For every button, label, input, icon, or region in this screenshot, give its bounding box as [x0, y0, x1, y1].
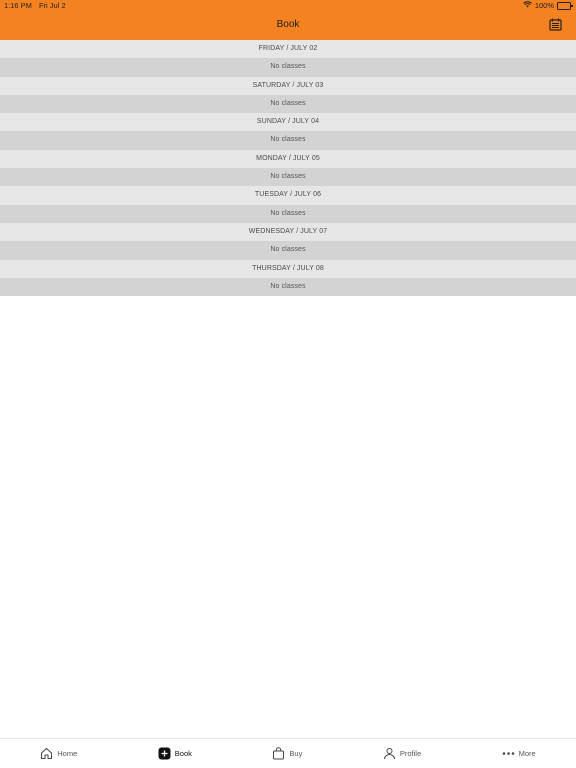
no-classes-row: No classes	[0, 94, 576, 114]
bottom-tab-bar: Home Book Buy Profile More	[0, 738, 576, 768]
status-bar-left: 1:16 PM Fri Jul 2	[4, 1, 66, 11]
no-classes-row: No classes	[0, 241, 576, 260]
no-classes-row: No classes	[0, 131, 576, 150]
tab-profile-label: Profile	[399, 749, 422, 758]
battery-icon	[557, 2, 573, 10]
tab-profile[interactable]: Profile	[383, 747, 421, 760]
calendar-button[interactable]	[549, 18, 562, 31]
schedule-list: FRIDAY / JULY 02 No classes SATURDAY / J…	[0, 40, 576, 297]
no-classes-row: No classes	[0, 277, 576, 297]
tab-book-label: Book	[174, 749, 192, 758]
tab-buy-label: Buy	[289, 749, 303, 758]
status-time: 1:16 PM	[4, 1, 32, 10]
status-date: Fri Jul 2	[38, 1, 66, 10]
page-title: Book	[276, 19, 300, 30]
wifi-icon	[522, 1, 532, 11]
no-classes-row: No classes	[0, 168, 576, 187]
day-header: FRIDAY / JULY 02	[0, 40, 576, 59]
plus-icon	[158, 747, 171, 760]
home-icon	[41, 748, 53, 759]
tab-more[interactable]: More	[502, 747, 536, 760]
day-header: SATURDAY / JULY 03	[0, 76, 576, 95]
battery-percent: 100%	[534, 1, 554, 10]
more-icon	[502, 752, 514, 755]
day-header: THURSDAY / JULY 08	[0, 259, 576, 278]
tab-more-label: More	[518, 749, 536, 758]
no-classes-row: No classes	[0, 58, 576, 77]
calendar-icon	[549, 18, 562, 31]
day-header: WEDNESDAY / JULY 07	[0, 222, 576, 242]
tab-buy[interactable]: Buy	[272, 747, 302, 760]
profile-icon	[383, 748, 395, 760]
day-header: SUNDAY / JULY 04	[0, 113, 576, 132]
tab-home-label: Home	[57, 749, 78, 758]
day-header: TUESDAY / JULY 06	[0, 186, 576, 205]
shopping-bag-icon	[273, 747, 285, 760]
tab-home[interactable]: Home	[40, 747, 77, 760]
tab-book[interactable]: Book	[158, 747, 192, 760]
day-header: MONDAY / JULY 05	[0, 149, 576, 169]
status-bar-right: 100%	[522, 1, 573, 11]
header-bar: 1:16 PM Fri Jul 2 100% Book	[0, 0, 576, 40]
no-classes-row: No classes	[0, 204, 576, 223]
